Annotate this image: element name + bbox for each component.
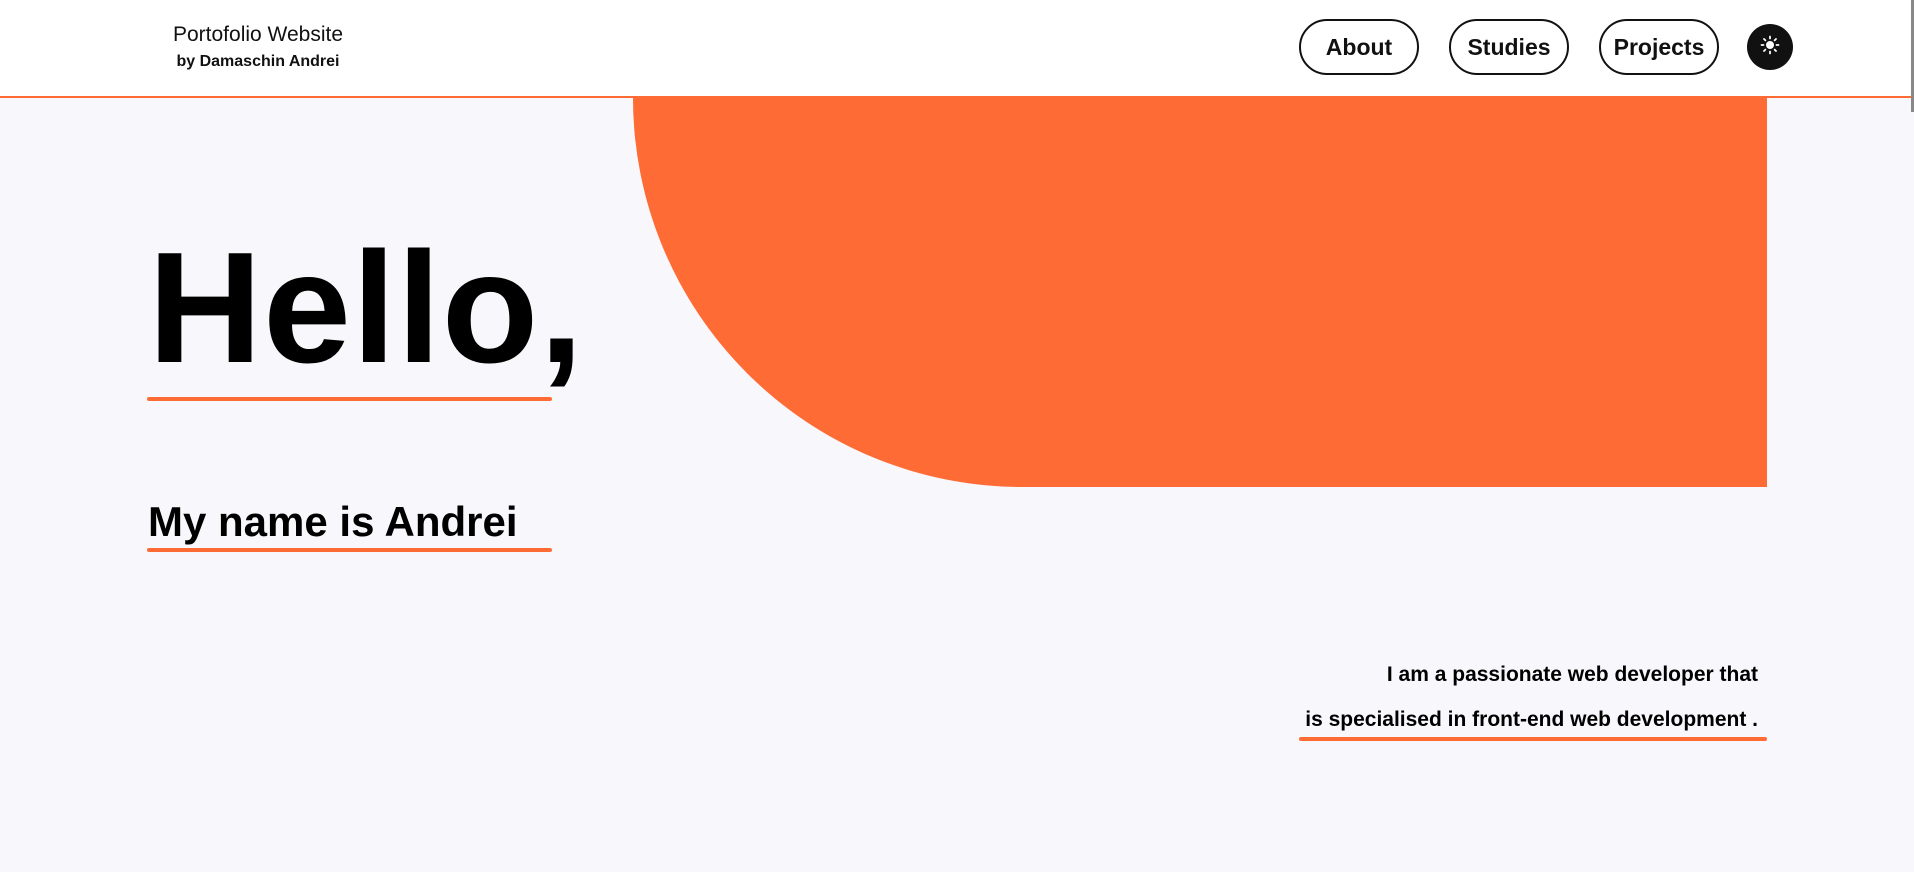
- intro-line-1: I am a passionate web developer that: [1386, 663, 1758, 686]
- nav-about-button[interactable]: About: [1299, 19, 1419, 75]
- brand[interactable]: Portofolio Website by Damaschin Andrei: [168, 22, 348, 73]
- sun-icon: [1760, 35, 1780, 60]
- page: Portofolio Website by Damaschin Andrei A…: [0, 0, 1914, 872]
- hero-intro: I am a passionate web developer that is …: [1305, 652, 1758, 742]
- nav-projects-button[interactable]: Projects: [1599, 19, 1719, 75]
- hero-greeting: Hello,: [148, 220, 585, 396]
- hero-decorative-shape: [633, 98, 1767, 487]
- hero-name: My name is Andrei: [148, 498, 518, 545]
- theme-toggle-button[interactable]: [1747, 24, 1793, 70]
- intro-line-2: is specialised in front-end web developm…: [1305, 708, 1758, 731]
- main-nav: About Studies Projects: [1299, 19, 1793, 75]
- nav-studies-button[interactable]: Studies: [1449, 19, 1569, 75]
- brand-subtitle: by Damaschin Andrei: [176, 53, 340, 70]
- name-underline: [147, 548, 552, 552]
- intro-underline: [1299, 737, 1767, 741]
- brand-title: Portofolio Website: [172, 23, 344, 46]
- site-header: Portofolio Website by Damaschin Andrei A…: [0, 0, 1911, 98]
- greeting-underline: [147, 397, 552, 401]
